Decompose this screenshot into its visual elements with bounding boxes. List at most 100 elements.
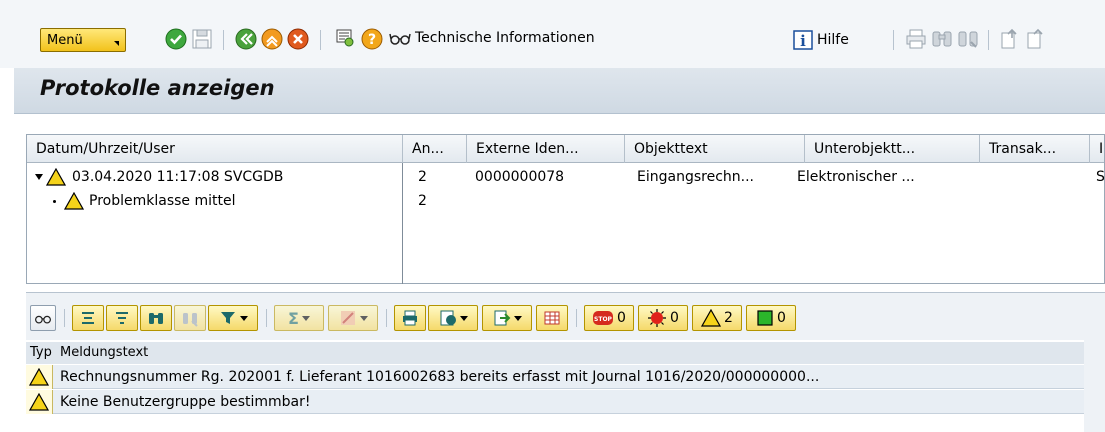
column-header-transaction[interactable]: Transak... bbox=[980, 135, 1090, 163]
stop-count: 0 bbox=[617, 310, 626, 326]
warning-messages-filter-button[interactable]: 2 bbox=[692, 305, 742, 331]
column-header-external-id[interactable]: Externe Iden... bbox=[467, 135, 625, 163]
display-object-icon[interactable] bbox=[334, 27, 358, 51]
binoculars-icon bbox=[149, 313, 163, 324]
exit-icon[interactable] bbox=[260, 27, 284, 51]
svg-text:i: i bbox=[800, 32, 806, 50]
menu-button[interactable]: Menü bbox=[40, 28, 126, 52]
success-messages-filter-button[interactable]: 0 bbox=[746, 305, 796, 331]
error-count: 0 bbox=[670, 310, 679, 326]
warning-icon bbox=[46, 168, 66, 186]
column-header-message-text[interactable]: Meldungstext bbox=[60, 342, 148, 364]
find-icon[interactable] bbox=[930, 27, 954, 51]
column-header-subobject-text[interactable]: Unterobjektt... bbox=[805, 135, 980, 163]
find-next-icon bbox=[183, 313, 198, 327]
find-next-icon[interactable] bbox=[956, 27, 980, 51]
print-button[interactable] bbox=[394, 305, 426, 331]
chevron-down-icon bbox=[239, 315, 248, 321]
toolbar-separator bbox=[223, 30, 224, 50]
warning-icon bbox=[29, 368, 49, 386]
log-transaction bbox=[980, 165, 1090, 189]
message-row[interactable]: Keine Benutzergruppe bestimmbar! bbox=[26, 390, 1084, 414]
error-messages-filter-button[interactable]: 0 bbox=[638, 305, 688, 331]
stop-icon: STOP bbox=[593, 311, 614, 325]
export-icon bbox=[494, 310, 510, 326]
enter-check-icon[interactable] bbox=[164, 27, 188, 51]
filter-button[interactable] bbox=[208, 305, 258, 331]
success-square-icon bbox=[757, 310, 773, 326]
export-button[interactable] bbox=[482, 305, 532, 331]
menu-button-label: Menü bbox=[47, 32, 83, 48]
chevron-down-icon bbox=[459, 315, 468, 321]
first-page-icon[interactable] bbox=[998, 27, 1022, 51]
tree-row-problem-class[interactable]: Problemklasse mittel 2 bbox=[27, 189, 1104, 213]
column-header-object-text[interactable]: Objekttext bbox=[625, 135, 805, 163]
message-row[interactable]: Rechnungsnummer Rg. 202001 f. Lieferant … bbox=[26, 365, 1084, 389]
layout-button[interactable] bbox=[536, 305, 568, 331]
toolbar-separator bbox=[988, 30, 989, 50]
svg-text:?: ? bbox=[368, 32, 376, 48]
column-header-extra[interactable]: I bbox=[1090, 135, 1105, 163]
problem-class-label: Problemklasse mittel bbox=[89, 193, 236, 209]
sort-ascending-button[interactable] bbox=[72, 305, 104, 331]
help-label: Hilfe bbox=[817, 32, 849, 48]
grid-layout-icon bbox=[544, 311, 560, 325]
back-icon[interactable] bbox=[234, 27, 258, 51]
tree-column-divider bbox=[402, 163, 403, 284]
toolbar-separator bbox=[386, 309, 387, 327]
views-icon bbox=[440, 310, 456, 326]
log-datetime-user: 03.04.2020 11:17:08 SVCGDB bbox=[72, 169, 284, 185]
tree-row-log[interactable]: 03.04.2020 11:17:08 SVCGDB 2 0000000078 … bbox=[27, 165, 1105, 189]
help-button[interactable]: i Hilfe bbox=[793, 30, 849, 50]
sum-icon: Σ bbox=[288, 308, 299, 328]
error-icon bbox=[648, 309, 667, 327]
question-icon[interactable]: ? bbox=[360, 27, 384, 51]
message-type-cell bbox=[26, 390, 53, 414]
print-icon bbox=[403, 310, 417, 326]
warning-icon bbox=[64, 192, 84, 210]
log-tree-table: Datum/Uhrzeit/User An... Externe Iden...… bbox=[26, 134, 1105, 284]
message-toolbar: Σ STOP 0 0 2 0 bbox=[26, 292, 1105, 340]
message-list: Typ Meldungstext Rechnungsnummer Rg. 202… bbox=[26, 340, 1084, 432]
toolbar-separator bbox=[893, 30, 894, 50]
title-bar: Protokolle anzeigen bbox=[14, 68, 1105, 114]
find-button[interactable] bbox=[140, 305, 172, 331]
cancel-icon[interactable] bbox=[286, 27, 310, 51]
toolbar-separator bbox=[320, 30, 321, 50]
technical-info-button[interactable]: Technische Informationen bbox=[389, 30, 595, 46]
column-header-count[interactable]: An... bbox=[403, 135, 467, 163]
tree-bullet-icon bbox=[53, 199, 56, 203]
chevron-down-icon bbox=[359, 315, 368, 321]
expand-triangle-icon[interactable] bbox=[35, 174, 43, 180]
toolbar-separator bbox=[266, 309, 267, 327]
chevron-down-icon bbox=[301, 315, 310, 321]
application-toolbar: Menü ? Technische Informationen i Hilfe bbox=[0, 0, 1105, 68]
find-next-button[interactable] bbox=[174, 305, 206, 331]
column-header-date-time-user[interactable]: Datum/Uhrzeit/User bbox=[27, 135, 403, 163]
message-list-scrollbar[interactable] bbox=[1084, 340, 1105, 432]
sort-ascending-icon bbox=[82, 312, 94, 324]
stop-messages-filter-button[interactable]: STOP 0 bbox=[584, 305, 634, 331]
log-tree-header: Datum/Uhrzeit/User An... Externe Iden...… bbox=[27, 135, 1104, 163]
log-object-text: Eingangsrechn... bbox=[637, 169, 754, 185]
previous-page-icon[interactable] bbox=[1024, 27, 1048, 51]
print-icon[interactable] bbox=[904, 27, 928, 51]
problem-class-count: 2 bbox=[418, 193, 427, 209]
log-external-id: 0000000078 bbox=[475, 169, 565, 185]
svg-text:STOP: STOP bbox=[594, 316, 613, 323]
subtotal-button[interactable] bbox=[328, 305, 378, 331]
save-icon[interactable] bbox=[190, 27, 214, 51]
warning-icon bbox=[29, 393, 49, 411]
chevron-down-icon bbox=[114, 41, 119, 46]
glasses-icon bbox=[389, 33, 411, 45]
views-button[interactable] bbox=[428, 305, 478, 331]
glasses-icon bbox=[35, 315, 51, 324]
sum-button[interactable]: Σ bbox=[274, 305, 324, 331]
technical-info-label: Technische Informationen bbox=[415, 30, 595, 46]
column-header-type[interactable]: Typ bbox=[30, 342, 52, 364]
page-title: Protokolle anzeigen bbox=[40, 76, 275, 100]
subtotal-icon bbox=[340, 311, 355, 325]
technical-info-toggle-button[interactable] bbox=[30, 305, 56, 331]
message-text: Keine Benutzergruppe bestimmbar! bbox=[60, 394, 311, 410]
sort-descending-button[interactable] bbox=[106, 305, 138, 331]
